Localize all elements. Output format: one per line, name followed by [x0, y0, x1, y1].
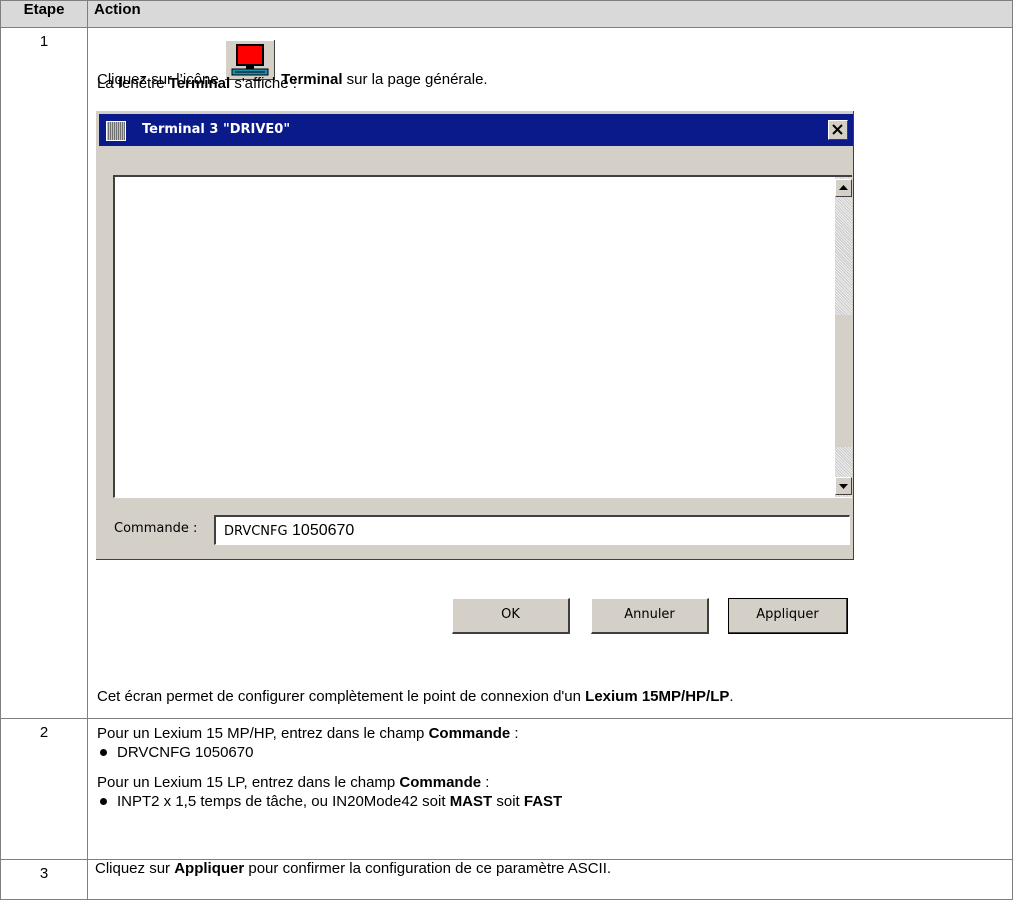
- system-menu-icon[interactable]: [106, 121, 126, 141]
- dialog-title: Terminal 3 "DRIVE0": [142, 122, 291, 137]
- scroll-thumb[interactable]: [835, 315, 852, 447]
- instruction-mp-hp: Pour un Lexium 15 MP/HP, entrez dans le …: [97, 725, 519, 742]
- instruction-window-shown: La fenêtre Terminal s'affiche :: [97, 75, 297, 92]
- cancel-button[interactable]: Annuler: [591, 598, 709, 634]
- bullet-icon: [100, 797, 107, 805]
- ok-button[interactable]: OK: [452, 598, 570, 634]
- list-item: DRVCNFG 1050670: [97, 744, 253, 762]
- dialog-titlebar: Terminal 3 "DRIVE0": [99, 114, 853, 146]
- list-item: INPT2 x 1,5 temps de tâche, ou IN20Mode4…: [97, 793, 562, 811]
- terminal-dialog: Terminal 3 "DRIVE0" Commande: DRVCNFG 1…: [95, 110, 853, 634]
- apply-button[interactable]: Appliquer: [728, 598, 848, 634]
- scroll-up-icon[interactable]: [835, 179, 852, 197]
- instruction-apply: Cliquez sur Appliquer pour confirmer la …: [87, 859, 1013, 900]
- scroll-down-icon[interactable]: [835, 477, 852, 495]
- step-row-1: 1 Cliquez sur l’icône Terminal sur la pa…: [0, 27, 1013, 719]
- procedure-table: Etape Action 1 Cliquez sur l’icône Termi…: [0, 0, 1013, 900]
- command-input[interactable]: DRVCNFG 1050670: [214, 515, 850, 545]
- step-row-3: 3 Cliquez sur Appliquer pour confirmer l…: [0, 859, 1013, 900]
- header-action: Action: [87, 0, 1013, 28]
- instruction-lp: Pour un Lexium 15 LP, entrez dans le cha…: [97, 774, 490, 791]
- bullet-icon: [100, 748, 107, 756]
- header-step: Etape: [0, 0, 88, 28]
- instruction-screen-purpose: Cet écran permet de configurer complètem…: [97, 688, 734, 705]
- vertical-scrollbar[interactable]: [835, 177, 852, 497]
- terminal-output-area[interactable]: [113, 175, 852, 498]
- terminal-icon: [224, 40, 275, 80]
- step-number: 3: [0, 859, 88, 900]
- step-row-2: 2 Pour un Lexium 15 MP/HP, entrez dans l…: [0, 718, 1013, 860]
- command-label: Commande :: [114, 521, 198, 536]
- step-number: 1: [0, 27, 88, 719]
- close-icon[interactable]: [828, 120, 848, 140]
- step-number: 2: [0, 718, 88, 860]
